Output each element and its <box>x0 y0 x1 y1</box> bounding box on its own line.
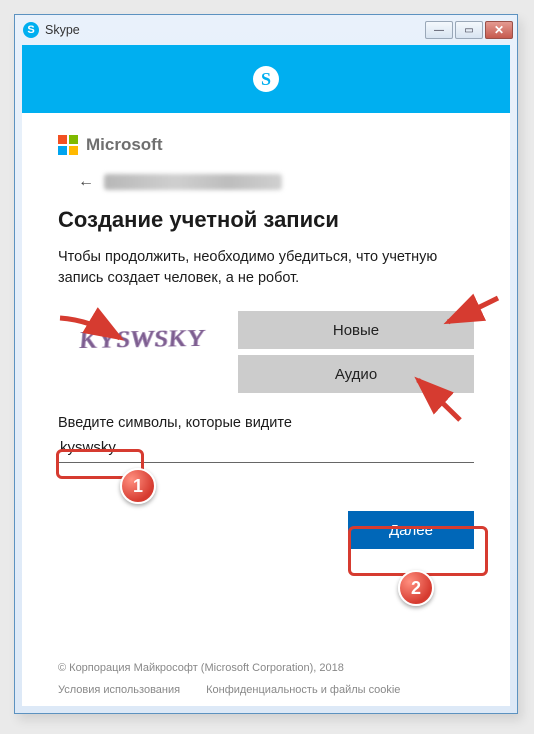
next-button[interactable]: Далее <box>348 511 474 549</box>
identity-email[interactable] <box>104 174 282 190</box>
window-frame: S Skype — ▭ ✕ S Microsoft ← <box>14 14 518 714</box>
window-title: Skype <box>45 23 80 37</box>
microsoft-logo: Microsoft <box>58 135 474 155</box>
footer-privacy-link[interactable]: Конфиденциальность и файлы cookie <box>206 684 400 696</box>
svg-text:S: S <box>261 69 271 89</box>
close-button[interactable]: ✕ <box>485 21 513 39</box>
captcha-input[interactable] <box>58 435 474 463</box>
skype-icon: S <box>23 22 39 38</box>
client-area: S Microsoft ← Создание учетной записи Чт… <box>22 45 510 706</box>
page-title: Создание учетной записи <box>58 207 474 233</box>
footer-terms-link[interactable]: Условия использования <box>58 684 180 696</box>
back-arrow-icon[interactable]: ← <box>78 173 94 191</box>
skype-logo-icon: S <box>251 64 281 94</box>
captcha-input-label: Введите символы, которые видите <box>58 415 474 431</box>
microsoft-squares-icon <box>58 135 78 155</box>
captcha-new-button[interactable]: Новые <box>238 311 474 349</box>
footer-copyright: © Корпорация Майкрософт (Microsoft Corpo… <box>58 662 474 674</box>
footer: © Корпорация Майкрософт (Microsoft Corpo… <box>58 662 474 696</box>
captcha-audio-button[interactable]: Аудио <box>238 355 474 393</box>
skype-topbar: S <box>22 45 510 113</box>
captcha-image-text: KYSWSKY <box>79 325 207 354</box>
minimize-button[interactable]: — <box>425 21 453 39</box>
microsoft-wordmark: Microsoft <box>86 135 163 155</box>
titlebar: S Skype — ▭ ✕ <box>15 15 517 45</box>
page-subtitle: Чтобы продолжить, необходимо убедиться, … <box>58 247 474 289</box>
maximize-button[interactable]: ▭ <box>455 21 483 39</box>
captcha-image: KYSWSKY <box>58 315 228 365</box>
